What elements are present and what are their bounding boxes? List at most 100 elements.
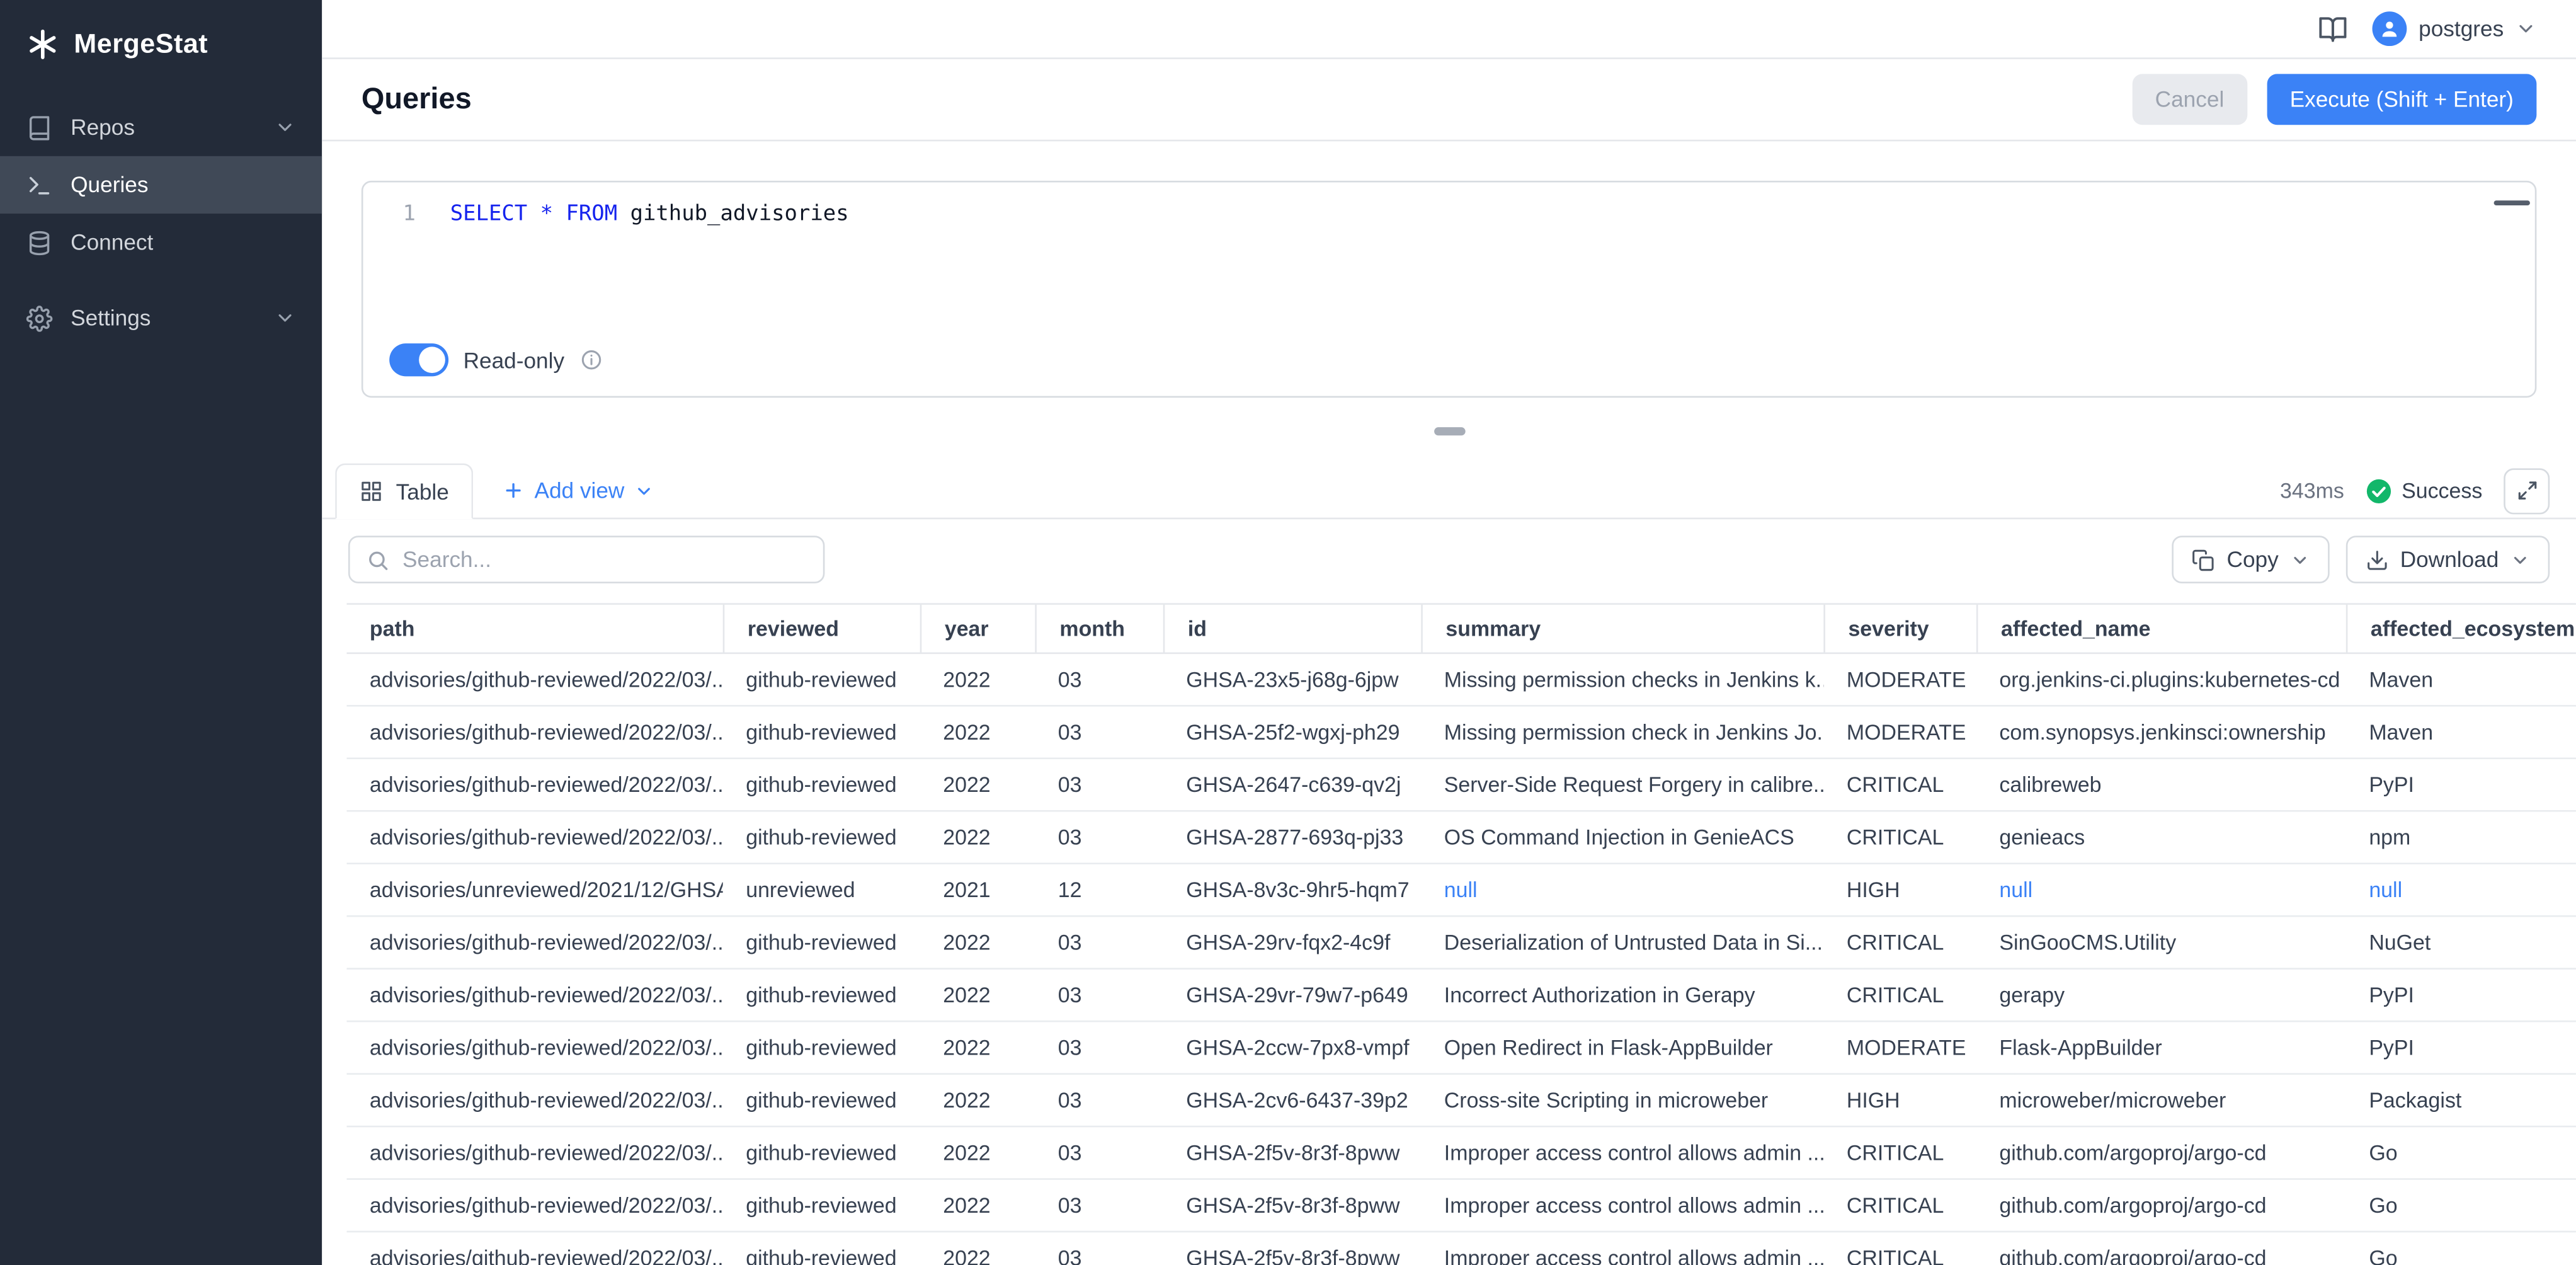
table-cell: GHSA-2877-693q-pj33 bbox=[1163, 812, 1422, 863]
table-cell: com.synopsys.jenkinsci:ownership bbox=[1976, 707, 2346, 758]
sidebar-item-label: Settings bbox=[71, 306, 151, 330]
table-cell: Incorrect Authorization in Gerapy bbox=[1421, 970, 1823, 1021]
cancel-button[interactable]: Cancel bbox=[2132, 74, 2247, 125]
table-cell: github.com/argoproj/argo-cd bbox=[1976, 1180, 2346, 1231]
download-label: Download bbox=[2400, 547, 2499, 572]
readonly-toggle[interactable] bbox=[389, 343, 448, 376]
execute-button[interactable]: Execute (Shift + Enter) bbox=[2267, 74, 2536, 125]
page-title: Queries bbox=[362, 82, 472, 117]
column-header-month: month bbox=[1035, 605, 1163, 653]
table-cell: advisories/github-reviewed/2022/03/... bbox=[346, 1232, 722, 1265]
table-cell: github-reviewed bbox=[723, 917, 920, 968]
table-row[interactable]: advisories/github-reviewed/2022/03/...gi… bbox=[346, 1022, 2576, 1074]
table-cell: Open Redirect in Flask-AppBuilder bbox=[1421, 1022, 1823, 1073]
table-row[interactable]: advisories/github-reviewed/2022/03/...gi… bbox=[346, 917, 2576, 969]
code-token: FROM bbox=[566, 202, 617, 227]
table-cell: GHSA-29rv-fqx2-4c9f bbox=[1163, 917, 1422, 968]
table-cell: github-reviewed bbox=[723, 1232, 920, 1265]
search-icon bbox=[367, 548, 390, 571]
chevron-down-icon bbox=[275, 307, 296, 329]
table-cell: GHSA-2f5v-8r3f-8pww bbox=[1163, 1127, 1422, 1178]
table-cell: CRITICAL bbox=[1823, 1127, 1976, 1178]
editor-scrollbar[interactable] bbox=[2494, 200, 2530, 205]
table-row[interactable]: advisories/unreviewed/2021/12/GHSA...unr… bbox=[346, 864, 2576, 917]
table-cell: GHSA-2647-c639-qv2j bbox=[1163, 759, 1422, 810]
table-cell: 2021 bbox=[920, 864, 1035, 915]
table-row[interactable]: advisories/github-reviewed/2022/03/...gi… bbox=[346, 1075, 2576, 1127]
table-cell: advisories/github-reviewed/2022/03/... bbox=[346, 1127, 722, 1178]
table-cell: 03 bbox=[1035, 970, 1163, 1021]
table-row[interactable]: advisories/github-reviewed/2022/03/...gi… bbox=[346, 654, 2576, 706]
table-cell: 03 bbox=[1035, 812, 1163, 863]
table-cell: advisories/github-reviewed/2022/03/... bbox=[346, 707, 722, 758]
copy-button[interactable]: Copy bbox=[2172, 535, 2329, 583]
table-cell: 12 bbox=[1035, 864, 1163, 915]
table-cell: github.com/argoproj/argo-cd bbox=[1976, 1232, 2346, 1265]
sidebar-item-settings[interactable]: Settings bbox=[0, 289, 322, 346]
table-row[interactable]: advisories/github-reviewed/2022/03/...gi… bbox=[346, 707, 2576, 759]
download-button[interactable]: Download bbox=[2346, 535, 2550, 583]
table-cell: 2022 bbox=[920, 970, 1035, 1021]
table-cell: GHSA-8v3c-9hr5-hqm7 bbox=[1163, 864, 1422, 915]
search-input[interactable] bbox=[402, 547, 807, 572]
table-cell: 2022 bbox=[920, 917, 1035, 968]
table-cell: GHSA-25f2-wgxj-ph29 bbox=[1163, 707, 1422, 758]
table-cell: MODERATE bbox=[1823, 654, 1976, 705]
column-header-affected_ecosystem: affected_ecosystem bbox=[2346, 605, 2576, 653]
table-cell: SinGooCMS.Utility bbox=[1976, 917, 2346, 968]
table-cell: advisories/github-reviewed/2022/03/... bbox=[346, 812, 722, 863]
chevron-down-icon bbox=[2290, 550, 2310, 570]
table-cell: null bbox=[1976, 864, 2346, 915]
table-cell: advisories/unreviewed/2021/12/GHSA... bbox=[346, 864, 722, 915]
page-header: Queries Cancel Execute (Shift + Enter) bbox=[322, 59, 2576, 141]
table-header-row: pathreviewedyearmonthidsummaryseverityaf… bbox=[346, 603, 2576, 654]
table-cell: Cross-site Scripting in microweber bbox=[1421, 1075, 1823, 1126]
table-row[interactable]: advisories/github-reviewed/2022/03/...gi… bbox=[346, 1127, 2576, 1179]
table-cell: advisories/github-reviewed/2022/03/... bbox=[346, 917, 722, 968]
table-row[interactable]: advisories/github-reviewed/2022/03/...gi… bbox=[346, 759, 2576, 811]
readonly-row: Read-only bbox=[363, 329, 2534, 396]
table-cell: HIGH bbox=[1823, 864, 1976, 915]
table-row[interactable]: advisories/github-reviewed/2022/03/...gi… bbox=[346, 970, 2576, 1022]
column-header-summary: summary bbox=[1421, 605, 1823, 653]
table-cell: GHSA-2f5v-8r3f-8pww bbox=[1163, 1180, 1422, 1231]
table-cell: 03 bbox=[1035, 1127, 1163, 1178]
chevron-down-icon bbox=[634, 481, 654, 500]
table-row[interactable]: advisories/github-reviewed/2022/03/...gi… bbox=[346, 812, 2576, 864]
table-cell: OS Command Injection in GenieACS bbox=[1421, 812, 1823, 863]
add-view-button[interactable]: Add view bbox=[503, 478, 654, 503]
table-row[interactable]: advisories/github-reviewed/2022/03/...gi… bbox=[346, 1232, 2576, 1265]
avatar bbox=[2373, 11, 2407, 46]
sidebar-item-connect[interactable]: Connect bbox=[0, 214, 322, 271]
table-row[interactable]: advisories/github-reviewed/2022/03/...gi… bbox=[346, 1180, 2576, 1232]
tab-table[interactable]: Table bbox=[335, 464, 474, 520]
table-cell: CRITICAL bbox=[1823, 812, 1976, 863]
results-toolbar: Table Add view 343ms Success bbox=[322, 464, 2576, 520]
search-box bbox=[348, 535, 824, 583]
table-cell: Improper access control allows admin ... bbox=[1421, 1180, 1823, 1231]
sql-editor[interactable]: 1 SELECT * FROM github_advisories bbox=[363, 183, 2534, 329]
table-cell: genieacs bbox=[1976, 812, 2346, 863]
sidebar-item-queries[interactable]: Queries bbox=[0, 156, 322, 214]
user-menu[interactable]: postgres bbox=[2373, 11, 2536, 46]
sidebar-item-repos[interactable]: Repos bbox=[0, 99, 322, 156]
query-editor-card: 1 SELECT * FROM github_advisories Read-o… bbox=[362, 181, 2537, 398]
info-icon[interactable] bbox=[579, 348, 603, 372]
table-cell: Go bbox=[2346, 1180, 2576, 1231]
table-cell: PyPI bbox=[2346, 1022, 2576, 1073]
app-window: MergeStat Repos Queries Connect bbox=[0, 0, 2576, 1265]
table-cell: github-reviewed bbox=[723, 654, 920, 705]
table-cell: 03 bbox=[1035, 1075, 1163, 1126]
resize-handle[interactable] bbox=[1433, 426, 1465, 435]
table-cell: NuGet bbox=[2346, 917, 2576, 968]
repo-icon bbox=[26, 114, 53, 140]
table-cell: CRITICAL bbox=[1823, 917, 1976, 968]
expand-button[interactable] bbox=[2504, 467, 2550, 513]
table-cell: Missing permission check in Jenkins Jo..… bbox=[1421, 707, 1823, 758]
plus-icon bbox=[503, 480, 525, 501]
table-cell: github-reviewed bbox=[723, 707, 920, 758]
table-cell: calibreweb bbox=[1976, 759, 2346, 810]
table-cell: advisories/github-reviewed/2022/03/... bbox=[346, 970, 722, 1021]
book-open-icon[interactable] bbox=[2318, 14, 2348, 43]
table-cell: Improper access control allows admin ... bbox=[1421, 1127, 1823, 1178]
